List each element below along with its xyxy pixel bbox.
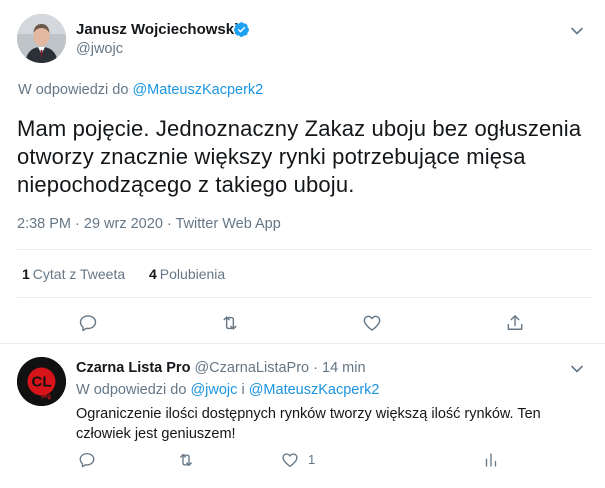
analytics-icon[interactable] (482, 451, 500, 469)
quote-tweets-count: 1 (22, 266, 30, 282)
author-handle[interactable]: @jwojc (76, 41, 123, 57)
author-avatar-image (17, 14, 66, 63)
main-tweet: Janusz Wojciechowski @jwojc W odpowiedzi… (0, 0, 605, 344)
chevron-down-icon[interactable] (570, 362, 584, 376)
likes-stat[interactable]: 4 Polubienia (149, 266, 225, 282)
verified-badge-icon (233, 21, 250, 38)
like-icon[interactable] (362, 313, 382, 333)
divider (17, 297, 592, 298)
retweet-icon[interactable] (177, 451, 195, 469)
like-icon[interactable] (281, 451, 299, 469)
divider (17, 249, 592, 250)
reply-time[interactable]: 14 min (322, 360, 366, 376)
reply-icon[interactable] (78, 313, 98, 333)
avatar-logo-sub: org (41, 394, 51, 400)
reply-icon[interactable] (78, 451, 96, 469)
likes-count: 4 (149, 266, 157, 282)
share-icon[interactable] (505, 313, 525, 333)
reply-to-link[interactable]: @jwojc (190, 382, 237, 398)
reply-prefix: W odpowiedzi do (76, 382, 187, 398)
retweet-icon[interactable] (220, 313, 240, 333)
reply-to-link[interactable]: @MateuszKacperk2 (249, 382, 380, 398)
tweet-timestamp[interactable]: 2:38 PM · 29 wrz 2020 · Twitter Web App (17, 216, 281, 232)
reply-context: W odpowiedzi do @jwojc i @MateuszKacperk… (76, 382, 379, 398)
reply-author-handle[interactable]: @CzarnaListaPro (194, 360, 309, 376)
reply-header: Czarna Lista Pro @CzarnaListaPro · 14 mi… (76, 360, 366, 376)
reply-prefix: W odpowiedzi do (18, 82, 129, 98)
tweet-text: Mam pojęcie. Jednoznaczny Zakaz uboju be… (17, 116, 582, 197)
reply-author-avatar[interactable]: CL org (17, 357, 66, 406)
reply-conjunction: i (241, 382, 245, 398)
reply-tweet[interactable]: CL org Czarna Lista Pro @CzarnaListaPro … (0, 345, 605, 488)
author-avatar[interactable] (17, 14, 66, 63)
author-name[interactable]: Janusz Wojciechowski (76, 21, 238, 38)
chevron-down-icon[interactable] (570, 24, 584, 38)
separator-dot: · (313, 360, 318, 376)
reply-like-count: 1 (308, 452, 316, 467)
reply-text: Ograniczenie ilości dostępnych rynków tw… (76, 406, 541, 442)
likes-label: Polubienia (159, 266, 226, 282)
reply-to-link[interactable]: @MateuszKacperk2 (132, 82, 263, 98)
czarna-lista-logo: CL org (17, 357, 66, 406)
quote-tweets-stat[interactable]: 1 Cytat z Tweeta (22, 266, 125, 282)
reply-context: W odpowiedzi do @MateuszKacperk2 (18, 82, 263, 98)
quote-tweets-label: Cytat z Tweeta (32, 266, 126, 282)
avatar-logo-text: CL (32, 374, 52, 391)
reply-author-name[interactable]: Czarna Lista Pro (76, 360, 190, 376)
